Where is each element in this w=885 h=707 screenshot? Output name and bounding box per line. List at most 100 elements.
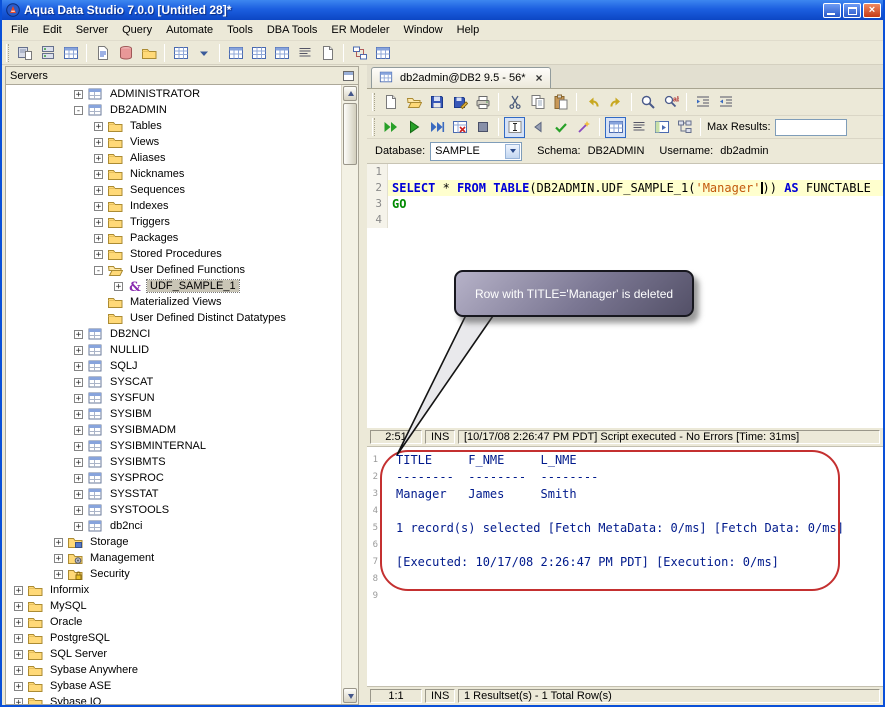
tree-item-user-defined-functions[interactable]: - User Defined Functions — [6, 262, 341, 278]
menu-automate[interactable]: Automate — [159, 22, 220, 38]
tree-item-tables[interactable]: + Tables — [6, 118, 341, 134]
expand-icon[interactable]: + — [14, 681, 23, 691]
expand-icon[interactable]: + — [54, 553, 63, 563]
script-object-icon[interactable] — [294, 42, 315, 63]
menu-window[interactable]: Window — [397, 22, 450, 38]
find-replace-icon[interactable]: ab — [660, 92, 681, 113]
expand-icon[interactable]: + — [14, 617, 23, 627]
execute-icon[interactable] — [403, 117, 424, 138]
row-count-icon[interactable] — [248, 42, 269, 63]
tree-item-informix[interactable]: + Informix — [6, 582, 341, 598]
tree-item-sybase-anywhere[interactable]: + Sybase Anywhere — [6, 662, 341, 678]
indent-icon[interactable] — [692, 92, 713, 113]
scroll-up-icon[interactable] — [343, 86, 357, 101]
save-icon[interactable] — [426, 92, 447, 113]
table-data-icon[interactable] — [225, 42, 246, 63]
expand-icon[interactable]: + — [94, 233, 103, 243]
menu-help[interactable]: Help — [450, 22, 487, 38]
register-server-icon[interactable] — [14, 42, 35, 63]
menu-query[interactable]: Query — [115, 22, 159, 38]
tree-item-mysql[interactable]: + MySQL — [6, 598, 341, 614]
tree-item-oracle[interactable]: + Oracle — [6, 614, 341, 630]
expand-icon[interactable]: + — [74, 489, 83, 499]
expand-icon[interactable]: + — [14, 633, 23, 643]
expand-icon[interactable]: + — [94, 201, 103, 211]
expand-icon[interactable]: + — [74, 329, 83, 339]
paste-icon[interactable] — [550, 92, 571, 113]
print-icon[interactable] — [472, 92, 493, 113]
expand-icon[interactable]: + — [114, 281, 123, 291]
expand-icon[interactable]: + — [94, 137, 103, 147]
outdent-icon[interactable] — [715, 92, 736, 113]
commit-icon[interactable] — [550, 117, 571, 138]
tree-item-postgresql[interactable]: + PostgreSQL — [6, 630, 341, 646]
execute-multiple-icon[interactable] — [380, 117, 401, 138]
expand-icon[interactable]: + — [14, 585, 23, 595]
chevron-down-icon[interactable] — [505, 143, 521, 159]
expand-icon[interactable]: + — [74, 521, 83, 531]
window-selector-dropdown[interactable] — [193, 42, 214, 63]
tree-item-nicknames[interactable]: + Nicknames — [6, 166, 341, 182]
cut-icon[interactable] — [504, 92, 525, 113]
tree-item-views[interactable]: + Views — [6, 134, 341, 150]
find-icon[interactable] — [637, 92, 658, 113]
expand-icon[interactable]: + — [74, 361, 83, 371]
expand-icon[interactable]: + — [74, 345, 83, 355]
expand-icon[interactable]: + — [94, 249, 103, 259]
tree-item-management[interactable]: + Management — [6, 550, 341, 566]
collapse-icon[interactable]: - — [94, 265, 103, 275]
undo-icon[interactable] — [582, 92, 603, 113]
panel-splitter[interactable] — [359, 65, 367, 705]
expand-icon[interactable]: + — [54, 537, 63, 547]
expand-icon[interactable]: + — [74, 377, 83, 387]
tree-item-sysstat[interactable]: + SYSSTAT — [6, 486, 341, 502]
tree-item-udf-sample-1[interactable]: + & UDF_SAMPLE_1 — [6, 278, 341, 294]
tree-item-db2nci[interactable]: + db2nci — [6, 518, 341, 534]
tree-item-sysfun[interactable]: + SYSFUN — [6, 390, 341, 406]
save-as-icon[interactable] — [449, 92, 470, 113]
expand-icon[interactable]: + — [94, 169, 103, 179]
minimize-button[interactable] — [823, 2, 841, 18]
expand-icon[interactable]: + — [94, 185, 103, 195]
expand-icon[interactable]: + — [14, 601, 23, 611]
query-analyzer-icon[interactable] — [92, 42, 113, 63]
tree-item-nullid[interactable]: + NULLID — [6, 342, 341, 358]
expand-icon[interactable]: + — [74, 409, 83, 419]
er-modeler-icon[interactable] — [349, 42, 370, 63]
previous-result-icon[interactable] — [527, 117, 548, 138]
menu-dba-tools[interactable]: DBA Tools — [260, 22, 325, 38]
tree-item-sysproc[interactable]: + SYSPROC — [6, 470, 341, 486]
collapse-icon[interactable]: - — [74, 105, 83, 115]
expand-icon[interactable]: + — [14, 649, 23, 659]
tree-item-administrator[interactable]: + ADMINISTRATOR — [6, 86, 341, 102]
execute-edit-icon[interactable] — [449, 117, 470, 138]
stop-icon[interactable] — [472, 117, 493, 138]
storage-manager-icon[interactable] — [138, 42, 159, 63]
expand-icon[interactable]: + — [74, 441, 83, 451]
tree-item-sysibminternal[interactable]: + SYSIBMINTERNAL — [6, 438, 341, 454]
results-grid-toggle[interactable] — [605, 116, 626, 138]
expand-icon[interactable]: + — [74, 505, 83, 515]
ddl-generator-icon[interactable] — [317, 42, 338, 63]
tree-item-sysibmts[interactable]: + SYSIBMTS — [6, 454, 341, 470]
format-sql-icon[interactable] — [573, 117, 594, 138]
tree-item-sysibmadm[interactable]: + SYSIBMADM — [6, 422, 341, 438]
menu-edit[interactable]: Edit — [36, 22, 69, 38]
maximize-button[interactable] — [843, 2, 861, 18]
tree-item-stored-procedures[interactable]: + Stored Procedures — [6, 246, 341, 262]
tree-scrollbar[interactable] — [341, 85, 358, 704]
explain-plan-icon[interactable] — [674, 117, 695, 138]
expand-icon[interactable]: + — [74, 393, 83, 403]
tree-item-db2admin[interactable]: - DB2ADMIN — [6, 102, 341, 118]
expand-icon[interactable]: + — [54, 569, 63, 579]
tree-item-syscat[interactable]: + SYSCAT — [6, 374, 341, 390]
results-text-icon[interactable] — [628, 117, 649, 138]
tree-item-db2nci[interactable]: + DB2NCI — [6, 326, 341, 342]
session-manager-icon[interactable] — [170, 42, 191, 63]
expand-icon[interactable]: + — [94, 153, 103, 163]
tree-item-sql-server[interactable]: + SQL Server — [6, 646, 341, 662]
copy-icon[interactable] — [527, 92, 548, 113]
expand-icon[interactable]: + — [74, 473, 83, 483]
tree-item-indexes[interactable]: + Indexes — [6, 198, 341, 214]
execute-script-icon[interactable] — [426, 117, 447, 138]
